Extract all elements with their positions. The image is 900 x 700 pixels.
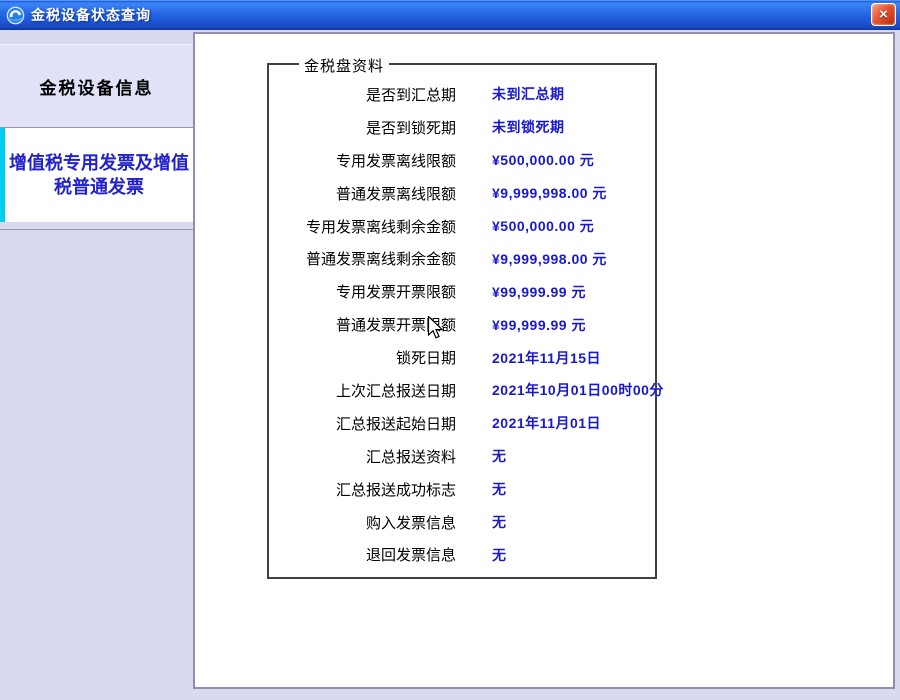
- field-value: 未到锁死期: [492, 117, 565, 137]
- field-value: ¥500,000.00 元: [492, 150, 594, 170]
- field-value: ¥99,999.99 元: [492, 315, 586, 335]
- info-row: 普通发票开票限额 ¥99,999.99 元: [269, 308, 655, 341]
- info-row: 汇总报送起始日期 2021年11月01日: [269, 407, 655, 440]
- info-row: 汇总报送成功标志 无: [269, 473, 655, 506]
- info-row: 专用发票开票限额 ¥99,999.99 元: [269, 275, 655, 308]
- sidebar-item-label: 金税设备信息: [40, 74, 154, 99]
- field-label: 退回发票信息: [269, 544, 456, 565]
- field-label: 专用发票离线限额: [269, 150, 456, 171]
- info-row: 专用发票离线限额 ¥500,000.00 元: [269, 144, 655, 177]
- info-row: 锁死日期 2021年11月15日: [269, 341, 655, 374]
- field-value: 2021年10月01日00时00分: [492, 380, 664, 400]
- info-row: 专用发票离线剩余金额 ¥500,000.00 元: [269, 210, 655, 243]
- info-row: 普通发票离线限额 ¥9,999,998.00 元: [269, 177, 655, 210]
- field-label: 普通发票离线限额: [269, 183, 456, 204]
- main-panel: 金税盘资料 是否到汇总期 未到汇总期 是否到锁死期 未到锁死期 专用发票离线限额…: [193, 32, 895, 689]
- field-value: 无: [492, 446, 507, 466]
- info-row: 退回发票信息 无: [269, 538, 655, 571]
- field-label: 是否到锁死期: [269, 117, 456, 138]
- window-title: 金税设备状态查询: [31, 5, 151, 25]
- close-button[interactable]: ×: [871, 3, 896, 26]
- sidebar-item-label: 增值税专用发票及增值税普通发票: [9, 151, 189, 200]
- info-row: 是否到锁死期 未到锁死期: [269, 111, 655, 144]
- field-label: 专用发票离线剩余金额: [269, 216, 456, 237]
- field-label: 汇总报送成功标志: [269, 479, 456, 500]
- app-icon: [6, 6, 25, 25]
- field-value: 2021年11月15日: [492, 348, 601, 368]
- field-label: 专用发票开票限额: [269, 281, 456, 302]
- info-row: 是否到汇总期 未到汇总期: [269, 78, 655, 111]
- field-value: ¥99,999.99 元: [492, 282, 586, 302]
- field-value: ¥9,999,998.00 元: [492, 249, 607, 269]
- field-value: 无: [492, 545, 507, 565]
- groupbox-title: 金税盘资料: [299, 55, 389, 76]
- field-value: ¥500,000.00 元: [492, 216, 594, 236]
- field-value: 无: [492, 479, 507, 499]
- field-value: 未到汇总期: [492, 84, 565, 104]
- sidebar-divider: [0, 229, 193, 230]
- info-row: 普通发票离线剩余金额 ¥9,999,998.00 元: [269, 242, 655, 275]
- sidebar-item-device-info[interactable]: 金税设备信息: [0, 44, 193, 128]
- info-row: 购入发票信息 无: [269, 506, 655, 539]
- field-label: 锁死日期: [269, 347, 456, 368]
- info-row: 上次汇总报送日期 2021年10月01日00时00分: [269, 374, 655, 407]
- tax-disk-groupbox: 金税盘资料 是否到汇总期 未到汇总期 是否到锁死期 未到锁死期 专用发票离线限额…: [267, 63, 657, 579]
- field-label: 普通发票离线剩余金额: [269, 248, 456, 269]
- field-label: 汇总报送起始日期: [269, 413, 456, 434]
- field-value: 2021年11月01日: [492, 413, 601, 433]
- field-value: 无: [492, 512, 507, 532]
- info-rows: 是否到汇总期 未到汇总期 是否到锁死期 未到锁死期 专用发票离线限额 ¥500,…: [269, 78, 655, 571]
- sidebar-item-vat-invoice[interactable]: 增值税专用发票及增值税普通发票: [0, 128, 193, 222]
- field-label: 是否到汇总期: [269, 84, 456, 105]
- field-label: 汇总报送资料: [269, 446, 456, 467]
- field-label: 购入发票信息: [269, 512, 456, 533]
- info-row: 汇总报送资料 无: [269, 440, 655, 473]
- sidebar: 金税设备信息 增值税专用发票及增值税普通发票: [0, 30, 193, 700]
- field-label: 普通发票开票限额: [269, 314, 456, 335]
- field-value: ¥9,999,998.00 元: [492, 183, 607, 203]
- title-bar: 金税设备状态查询 ×: [0, 0, 900, 30]
- field-label: 上次汇总报送日期: [269, 380, 456, 401]
